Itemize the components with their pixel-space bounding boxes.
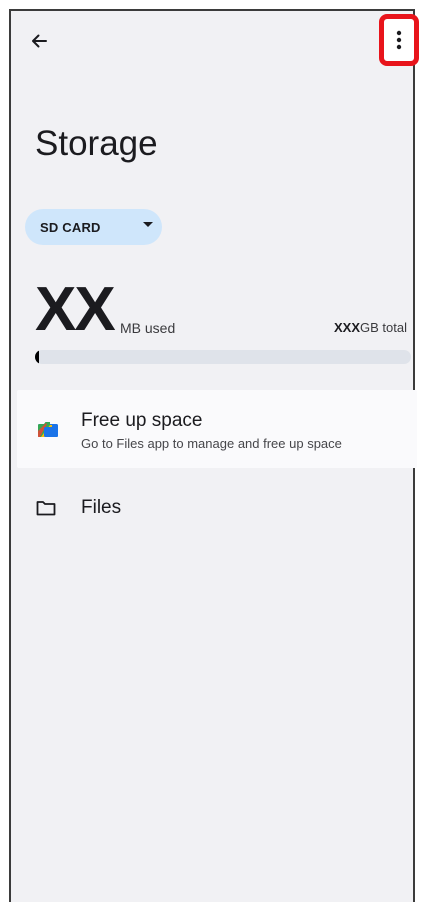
storage-usage-bar-fill — [35, 350, 39, 364]
files-label: Files — [81, 497, 122, 518]
storage-usage-bar — [35, 350, 411, 364]
more-options-button[interactable] — [379, 14, 419, 66]
folder-icon — [36, 501, 56, 516]
files-item[interactable]: Files — [17, 487, 417, 527]
arrow-back-icon — [32, 34, 47, 48]
used-amount: XX — [35, 275, 116, 344]
free-up-space-title: Free up space — [81, 410, 203, 431]
total-amount: XXX — [334, 320, 361, 335]
storage-volume-label: SD CARD — [40, 219, 101, 235]
free-up-space-subtitle: Go to Files app to manage and free up sp… — [81, 436, 342, 451]
total-unit: GB total — [360, 320, 407, 335]
more-vert-icon — [396, 30, 402, 50]
screen: Storage SD CARD XX MB used XXXGB total F… — [9, 9, 419, 902]
back-button[interactable] — [27, 29, 51, 53]
total-capacity: XXXGB total — [334, 320, 407, 335]
free-up-space-item[interactable]: Free up space Go to Files app to manage … — [17, 390, 417, 468]
files-app-icon — [38, 422, 58, 437]
used-unit: MB used — [120, 320, 176, 336]
storage-volume-dropdown[interactable]: SD CARD — [25, 209, 162, 245]
page-title: Storage — [35, 124, 158, 163]
dropdown-arrow-icon — [143, 222, 153, 227]
